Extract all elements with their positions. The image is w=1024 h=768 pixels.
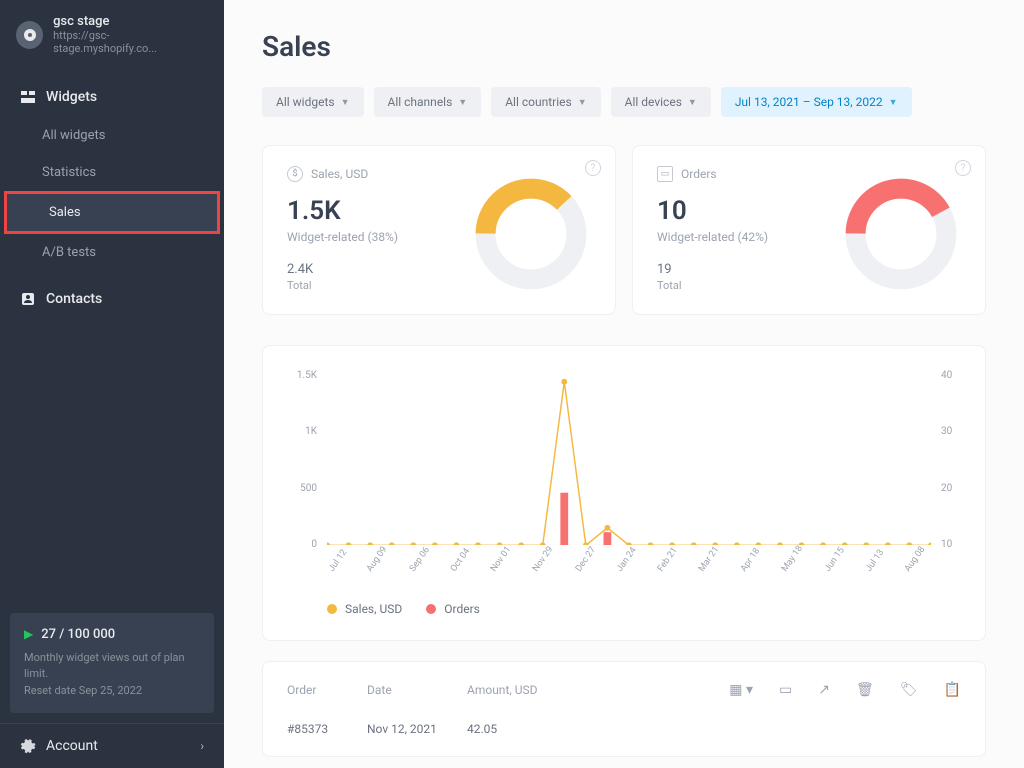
- table-row[interactable]: #85373 Nov 12, 2021 42.05: [287, 714, 961, 736]
- usage-count: 27 / 100 000: [41, 627, 115, 642]
- usage-card: ▶ 27 / 100 000 Monthly widget views out …: [10, 613, 214, 714]
- timeseries-chart: [327, 370, 931, 545]
- filter-bar: All widgets▼ All channels▼ All countries…: [262, 87, 986, 117]
- chevron-down-icon: ▼: [889, 97, 898, 108]
- gear-icon: [20, 738, 36, 754]
- sales-card: ? $Sales, USD 1.5K Widget-related (38%) …: [262, 145, 616, 315]
- trash-icon[interactable]: 🗑: [856, 682, 874, 698]
- sales-donut-chart: [471, 174, 591, 294]
- store-info[interactable]: gsc stage https://gsc-stage.myshopify.co…: [0, 0, 224, 69]
- store-name: gsc stage: [53, 14, 208, 29]
- highlight-annotation: Sales: [4, 191, 220, 234]
- store-url: https://gsc-stage.myshopify.co...: [53, 29, 208, 55]
- contacts-icon: [20, 291, 36, 307]
- chevron-down-icon: ▼: [578, 97, 587, 108]
- chevron-down-icon: ▼: [341, 97, 350, 108]
- orders-sub: Widget-related (42%): [657, 230, 768, 244]
- orders-table: Order Date Amount, USD ▦ ▾ ▭ ↗ 🗑 🏷 📋 #85…: [262, 661, 986, 757]
- th-date[interactable]: Date: [367, 683, 467, 697]
- filter-date-range[interactable]: Jul 13, 2021 – Sep 13, 2022▼: [721, 87, 912, 117]
- sales-value: 1.5K: [287, 196, 398, 226]
- help-icon[interactable]: ?: [955, 160, 971, 176]
- chevron-right-icon: ›: [200, 739, 204, 753]
- filter-widgets[interactable]: All widgets▼: [262, 87, 364, 117]
- sales-sub: Widget-related (38%): [287, 230, 398, 244]
- nav-header-widgets[interactable]: Widgets: [0, 77, 224, 117]
- orders-card: ? ▭Orders 10 Widget-related (42%) 19 Tot…: [632, 145, 986, 315]
- clipboard-icon[interactable]: 📋: [944, 682, 961, 698]
- sidebar-item-ab-tests[interactable]: A/B tests: [0, 234, 224, 271]
- bag-icon: ▭: [657, 166, 673, 182]
- store-logo-icon: [16, 21, 43, 49]
- chart-card: 1.5K1K5000 40302010 Jul 12Aug 09Sep 06Oc…: [262, 345, 986, 641]
- th-order[interactable]: Order: [287, 683, 367, 697]
- chevron-down-icon: ▼: [688, 97, 697, 108]
- filter-devices[interactable]: All devices▼: [611, 87, 711, 117]
- sidebar-item-statistics[interactable]: Statistics: [0, 154, 224, 191]
- filter-channels[interactable]: All channels▼: [374, 87, 482, 117]
- legend-orders[interactable]: Orders: [426, 602, 480, 616]
- orders-value: 10: [657, 196, 768, 226]
- y-axis-right: 40302010: [941, 370, 961, 550]
- tag-icon[interactable]: 🏷: [900, 682, 918, 698]
- dollar-icon: $: [287, 166, 303, 182]
- sidebar-item-all-widgets[interactable]: All widgets: [0, 117, 224, 154]
- filter-countries[interactable]: All countries▼: [491, 87, 600, 117]
- orders-donut-chart: [841, 174, 961, 294]
- account-row[interactable]: Account ›: [0, 723, 224, 768]
- usage-text: Monthly widget views out of plan limit. …: [24, 650, 200, 700]
- widgets-icon: [20, 89, 36, 105]
- chart-legend: Sales, USD Orders: [287, 602, 961, 616]
- link-icon[interactable]: ↗: [818, 682, 830, 698]
- chevron-down-icon: ▼: [458, 97, 467, 108]
- x-axis: Jul 12Aug 09Sep 06Oct 04Nov 01Nov 29Dec …: [327, 560, 931, 600]
- main-content: Sales All widgets▼ All channels▼ All cou…: [224, 0, 1024, 768]
- sidebar-item-sales[interactable]: Sales: [7, 194, 217, 231]
- y-axis-left: 1.5K1K5000: [287, 370, 317, 550]
- play-icon: ▶: [24, 627, 33, 641]
- th-amount[interactable]: Amount, USD: [467, 683, 729, 697]
- nav-header-contacts[interactable]: Contacts: [0, 279, 224, 319]
- legend-sales[interactable]: Sales, USD: [327, 602, 402, 616]
- sidebar: gsc stage https://gsc-stage.myshopify.co…: [0, 0, 224, 768]
- columns-icon[interactable]: ▦ ▾: [729, 682, 753, 698]
- page-title: Sales: [262, 30, 986, 63]
- calendar-icon[interactable]: ▭: [779, 682, 792, 698]
- help-icon[interactable]: ?: [585, 160, 601, 176]
